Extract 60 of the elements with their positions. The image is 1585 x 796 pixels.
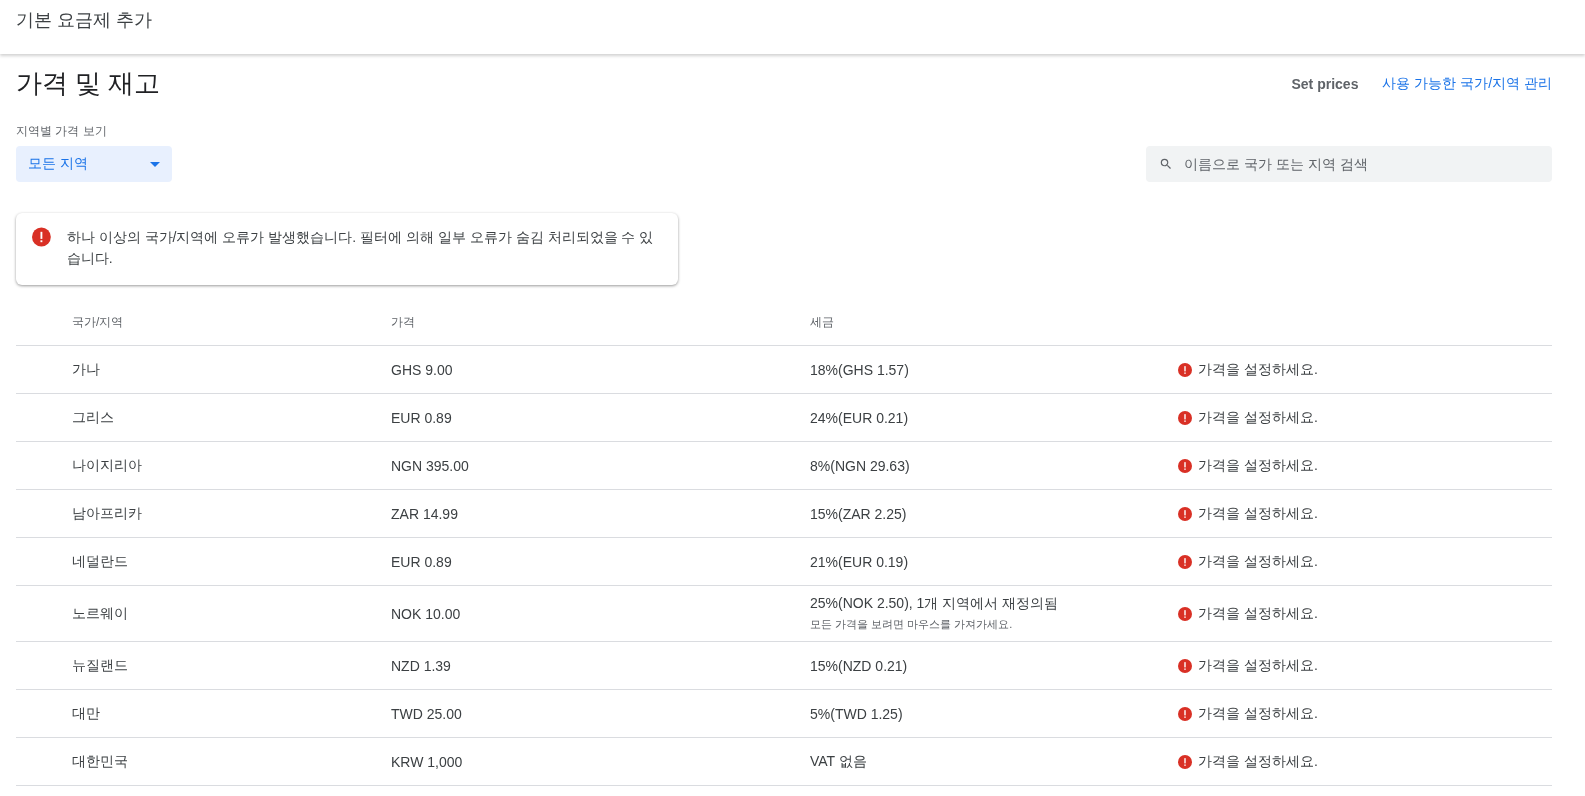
- country-cell-text: 나이지리아: [72, 456, 143, 475]
- header-title: 기본 요금제 추가: [16, 10, 152, 30]
- tax-cell-text: 8%(NGN 29.63): [810, 457, 911, 474]
- column-header: 국가/지역: [72, 313, 125, 331]
- error-icon: [1178, 606, 1192, 621]
- error-text: 가격을 설정하세요.: [1198, 504, 1318, 523]
- country-cell-text: 가나: [72, 360, 101, 379]
- error-icon: [1178, 754, 1192, 769]
- price-cell-text: GHS 9.00: [391, 361, 454, 378]
- error-icon: [1178, 362, 1192, 377]
- price-cell-text: EUR 0.89: [391, 553, 453, 570]
- country-cell-text: 그리스: [72, 408, 115, 427]
- country-cell-text: 뉴질랜드: [72, 656, 129, 675]
- country-cell-text: 남아프리카: [72, 504, 143, 523]
- column-header: 가격: [391, 313, 416, 331]
- tax-cell-text: 24%(EUR 0.21): [810, 409, 910, 426]
- error-text: 가격을 설정하세요.: [1198, 456, 1318, 475]
- error-text: 가격을 설정하세요.: [1198, 552, 1318, 571]
- country-cell-text: 대한민국: [72, 752, 129, 771]
- error-text: 가격을 설정하세요.: [1198, 360, 1318, 379]
- country-cell-text: 네덜란드: [72, 552, 129, 571]
- error-text: 가격을 설정하세요.: [1198, 408, 1318, 427]
- tax-cell-text: 21%(EUR 0.19): [810, 553, 910, 570]
- price-cell-text: ZAR 14.99: [391, 505, 459, 522]
- country-cell-text: 대만: [72, 704, 101, 723]
- price-cell-text: TWD 25.00: [391, 705, 463, 722]
- error-text: 가격을 설정하세요.: [1198, 704, 1318, 723]
- tax-cell-text: 25%(NOK 2.50), 1개 지역에서 재정의됨: [810, 595, 1060, 613]
- error-icon: [1178, 458, 1192, 473]
- filter-label: 지역별 가격 보기: [16, 123, 108, 140]
- search-field[interactable]: 이름으로 국가 또는 지역 검색: [1146, 146, 1552, 182]
- error-text: 가격을 설정하세요.: [1198, 752, 1318, 771]
- search-icon: [1159, 157, 1173, 171]
- price-cell-text: NZD 1.39: [391, 657, 452, 674]
- set-prices-label: Set prices: [1291, 75, 1359, 92]
- tax-note: 모든 가격을 보려면 마우스를 가져가세요.: [810, 617, 1014, 632]
- error-icon: [1178, 410, 1192, 425]
- tax-cell-text: 5%(TWD 1.25): [810, 705, 904, 722]
- error-icon: [1178, 506, 1192, 521]
- tax-cell-text: 18%(GHS 1.57): [810, 361, 910, 378]
- price-cell-text: EUR 0.89: [391, 409, 453, 426]
- manage-countries-link[interactable]: 사용 가능한 국가/지역 관리: [1382, 74, 1552, 93]
- tax-cell-text: 15%(ZAR 2.25): [810, 505, 908, 522]
- price-cell-text: KRW 1,000: [391, 753, 464, 770]
- section-title: 가격 및 재고: [16, 67, 161, 100]
- caret-icon: [150, 161, 160, 167]
- error-text: 가격을 설정하세요.: [1198, 656, 1318, 675]
- error-icon: [1178, 658, 1192, 673]
- tax-cell-text: VAT 없음: [810, 752, 868, 771]
- error-icon: [1178, 706, 1192, 721]
- price-cell-text: NOK 10.00: [391, 605, 462, 622]
- error-text: 가격을 설정하세요.: [1198, 604, 1318, 623]
- column-header: 세금: [810, 313, 835, 331]
- error-icon: [32, 227, 51, 247]
- alert-message: 하나 이상의 국가/지역에 오류가 발생했습니다. 필터에 의해 일부 오류가 숨김 처리되었을 수 있습니다.: [66, 228, 655, 268]
- country-cell-text: 노르웨이: [72, 604, 129, 623]
- region-dropdown[interactable]: 모든 지역: [16, 146, 172, 182]
- error-icon: [1178, 554, 1192, 569]
- tax-cell-text: 15%(NZD 0.21): [810, 657, 909, 674]
- price-cell-text: NGN 395.00: [391, 457, 470, 474]
